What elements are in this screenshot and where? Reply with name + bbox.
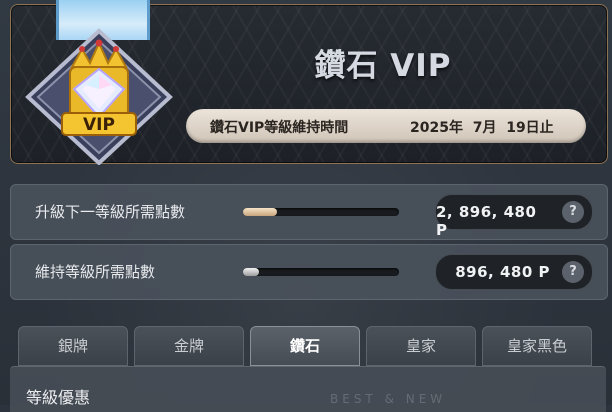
maintenance-period-date: 2025年 7月 19日止 — [410, 120, 554, 136]
tab-royal[interactable]: 皇家 — [366, 326, 476, 366]
maintain-progress-track — [243, 268, 399, 276]
upgrade-points-value: 2, 896, 480 P — [436, 203, 537, 239]
help-icon[interactable]: ? — [562, 261, 584, 283]
maintain-points-label: 維持等級所需點數 — [35, 263, 156, 281]
benefits-panel — [10, 366, 606, 412]
benefits-title: 等級優惠 — [26, 388, 91, 407]
help-icon[interactable]: ? — [562, 201, 584, 223]
maintain-points-row: 維持等級所需點數 896, 480 P ? — [10, 244, 608, 300]
badge-vip-text: VIP — [83, 115, 115, 135]
vip-tier-tabs: 銀牌 金牌 鑽石 皇家 皇家黑色 — [18, 326, 608, 368]
upgrade-progress-track — [243, 208, 399, 216]
watermark-text: BEST & NEW — [330, 392, 447, 406]
maintain-progress-fill — [243, 268, 259, 276]
maintain-points-pill: 896, 480 P ? — [435, 254, 593, 290]
upgrade-progress-fill — [243, 208, 278, 216]
upgrade-points-label: 升級下一等級所需點數 — [35, 203, 186, 221]
tab-diamond[interactable]: 鑽石 — [250, 326, 360, 366]
tab-royal-black[interactable]: 皇家黑色 — [482, 326, 592, 366]
tab-gold[interactable]: 金牌 — [134, 326, 244, 366]
upgrade-points-row: 升級下一等級所需點數 2, 896, 480 P ? — [10, 184, 608, 240]
maintenance-period-label: 鑽石VIP等級維持時間 — [210, 120, 349, 136]
diamond-vip-badge-icon: VIP — [25, 28, 173, 165]
maintain-points-value: 896, 480 P — [455, 263, 550, 281]
tab-silver[interactable]: 銀牌 — [18, 326, 128, 366]
page-title: 鑽石 VIP — [314, 48, 452, 84]
upgrade-points-pill: 2, 896, 480 P ? — [435, 194, 593, 239]
